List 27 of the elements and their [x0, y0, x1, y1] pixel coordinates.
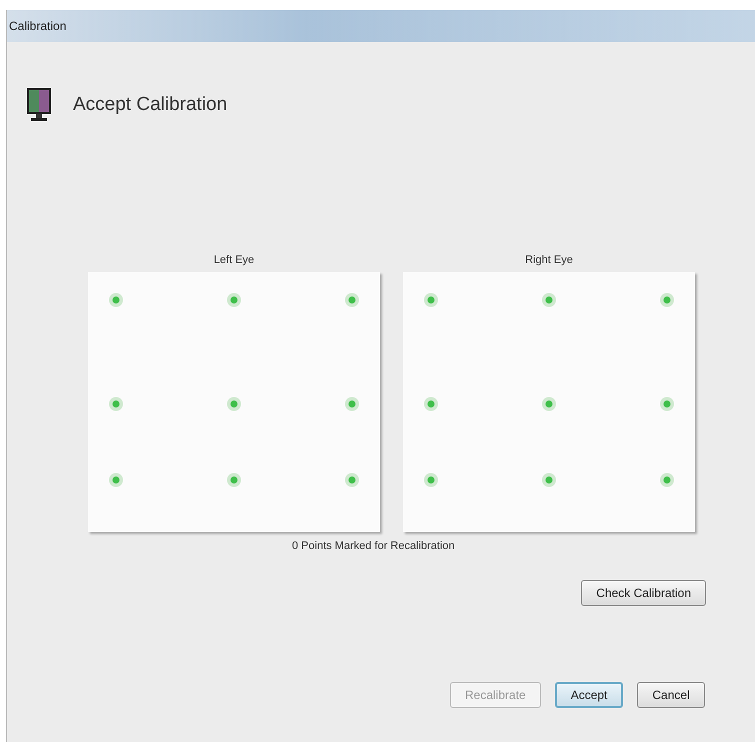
calibration-point-icon [227, 397, 241, 411]
status-text: 0 Points Marked for Recalibration [292, 540, 455, 552]
calibration-point-icon [542, 397, 556, 411]
calibration-point-icon [109, 293, 123, 307]
calibration-point-icon [542, 473, 556, 487]
calibration-point-icon [660, 397, 674, 411]
calibration-point-icon [345, 397, 359, 411]
calibration-point-icon [345, 473, 359, 487]
calibration-point-icon [109, 397, 123, 411]
dialog-button[interactable]: Accept [554, 682, 624, 708]
monitor-icon [27, 88, 51, 122]
page-title: Accept Calibration [73, 94, 228, 116]
eye-label: Right Eye [525, 254, 573, 266]
window-title: Calibration [9, 19, 66, 33]
calibration-point-icon [227, 473, 241, 487]
eye-label: Left Eye [214, 254, 254, 266]
check-calibration-button[interactable]: Check Calibration [581, 580, 706, 606]
calibration-point-icon [345, 293, 359, 307]
calibration-point-icon [109, 473, 123, 487]
calibration-point-icon [424, 293, 438, 307]
calibration-point-icon [542, 293, 556, 307]
dialog-button[interactable]: Cancel [637, 682, 705, 708]
calibration-point-icon [660, 293, 674, 307]
calibration-point-icon [227, 293, 241, 307]
calibration-point-icon [424, 397, 438, 411]
calibration-point-icon [424, 473, 438, 487]
calibration-point-icon [660, 473, 674, 487]
